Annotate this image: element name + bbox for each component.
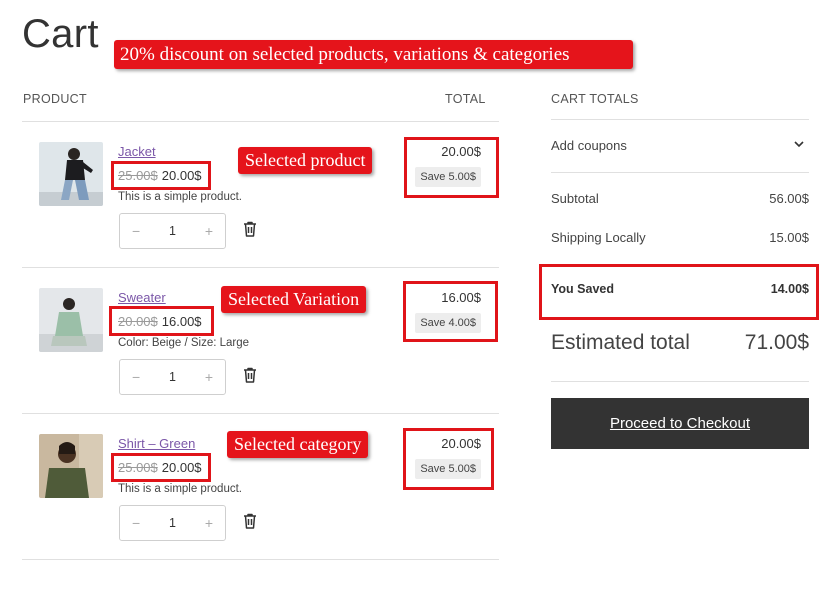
product-thumbnail[interactable] (39, 142, 103, 206)
quantity-stepper[interactable]: − 1 + (119, 359, 226, 395)
promo-banner: 20% discount on selected products, varia… (114, 40, 633, 69)
quantity-stepper[interactable]: − 1 + (119, 213, 226, 249)
product-description: Color: Beige / Size: Large (118, 337, 250, 349)
product-link[interactable]: Jacket (118, 144, 156, 159)
price-highlight-frame (111, 161, 211, 190)
product-description: This is a simple product. (118, 483, 242, 495)
line-total: 20.00$ (441, 144, 481, 159)
estimated-total-row: Estimated total 71.00$ (551, 331, 809, 355)
divider (551, 381, 809, 382)
increase-quantity-button[interactable]: + (205, 223, 213, 239)
line-total: 16.00$ (441, 290, 481, 305)
product-link[interactable]: Sweater (118, 290, 166, 305)
subtotal-label: Subtotal (551, 191, 599, 206)
shipping-row: Shipping Locally 15.00$ (551, 230, 809, 245)
add-coupons-label: Add coupons (551, 138, 627, 153)
chevron-down-icon[interactable] (793, 138, 805, 153)
subtotal-row: Subtotal 56.00$ (551, 191, 809, 206)
trash-icon[interactable] (243, 367, 257, 388)
page-title: Cart (22, 12, 99, 56)
cart-totals-title: CART TOTALS (551, 92, 639, 106)
cart-item: Jacket 25.00$ 20.00$ This is a simple pro… (22, 122, 499, 268)
price-highlight-frame (109, 306, 214, 336)
estimated-total-value: 71.00$ (744, 331, 809, 354)
line-total: 20.00$ (441, 436, 481, 451)
price-highlight-frame (111, 453, 211, 482)
divider (551, 172, 809, 173)
product-column-header: PRODUCT (23, 92, 87, 106)
you-saved-row: You Saved 14.00$ (551, 282, 809, 296)
product-link[interactable]: Shirt – Green (118, 436, 195, 451)
you-saved-label: You Saved (551, 282, 614, 296)
savings-badge: Save 4.00$ (415, 313, 481, 333)
trash-icon[interactable] (243, 221, 257, 242)
annotation-callout: Selected Variation (221, 286, 367, 313)
quantity-stepper[interactable]: − 1 + (119, 505, 226, 541)
cart-item: Shirt – Green 25.00$ 20.00$ This is a sim… (22, 414, 499, 560)
you-saved-value: 14.00$ (770, 282, 809, 296)
trash-icon[interactable] (243, 513, 257, 534)
shipping-value: 15.00$ (769, 230, 809, 245)
estimated-total-label: Estimated total (551, 331, 690, 354)
divider (551, 119, 809, 120)
subtotal-value: 56.00$ (769, 191, 809, 206)
annotation-callout: Selected category (227, 431, 369, 458)
savings-badge: Save 5.00$ (415, 167, 481, 187)
increase-quantity-button[interactable]: + (205, 369, 213, 385)
cart-item: Sweater 20.00$ 16.00$ Color: Beige / Size… (22, 268, 499, 414)
savings-badge: Save 5.00$ (415, 459, 481, 479)
product-thumbnail[interactable] (39, 434, 103, 498)
product-thumbnail[interactable] (39, 288, 103, 352)
add-coupons-toggle[interactable]: Add coupons (551, 138, 809, 153)
proceed-to-checkout-button[interactable]: Proceed to Checkout (551, 398, 809, 449)
annotation-callout: Selected product (238, 147, 373, 174)
shipping-label: Shipping Locally (551, 230, 646, 245)
total-column-header: TOTAL (445, 92, 486, 106)
product-description: This is a simple product. (118, 191, 242, 203)
increase-quantity-button[interactable]: + (205, 515, 213, 531)
